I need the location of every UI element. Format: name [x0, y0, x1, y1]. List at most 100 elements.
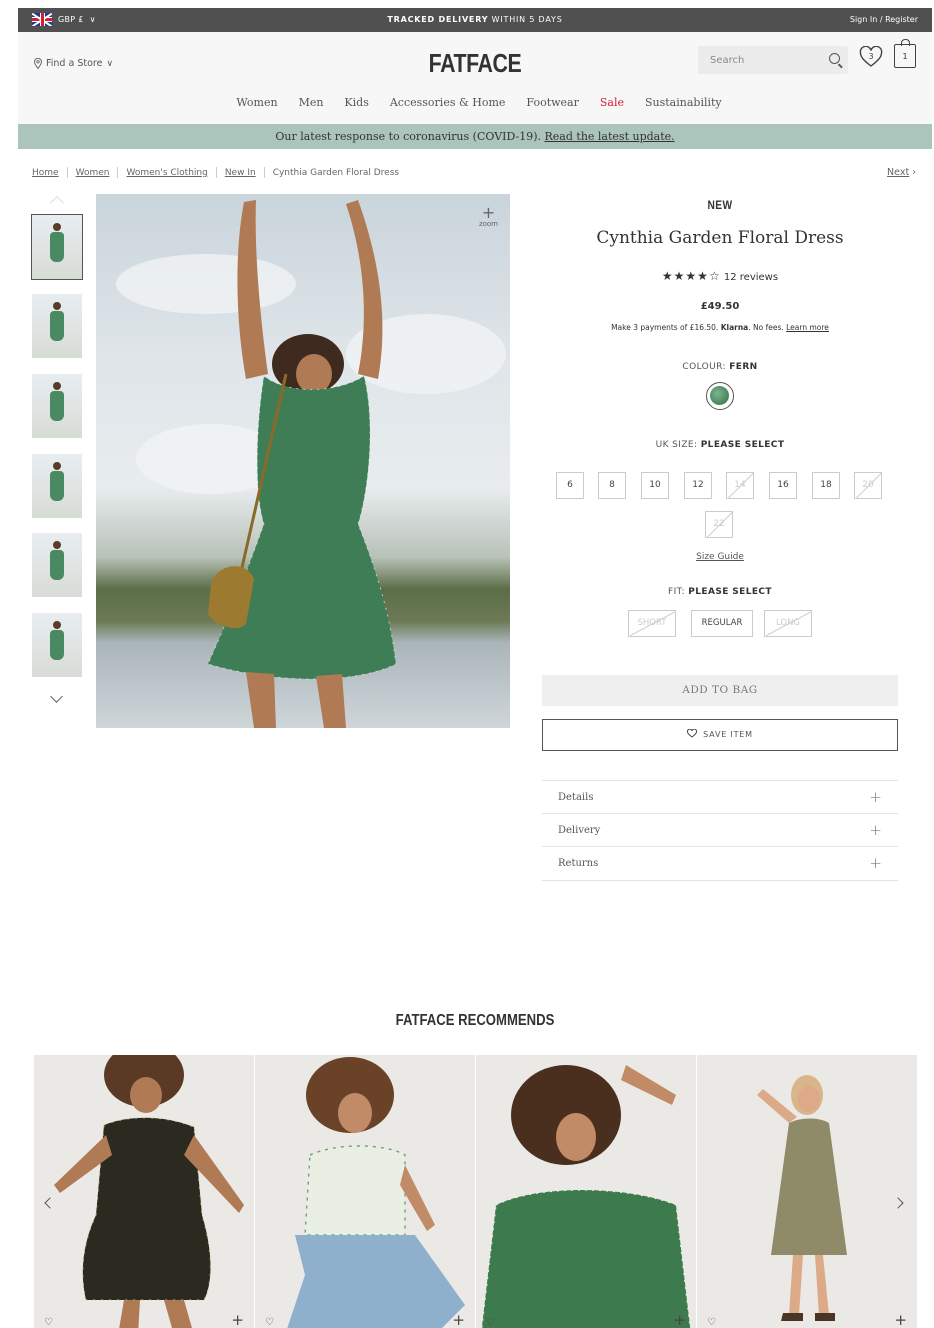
plus-icon[interactable]: + [673, 1311, 686, 1328]
search-icon[interactable] [829, 53, 840, 64]
fit-value: PLEASE SELECT [688, 587, 772, 597]
plus-icon[interactable]: + [452, 1311, 465, 1328]
size-option-12[interactable]: 12 [684, 472, 712, 499]
thumbnails-up-icon[interactable] [49, 195, 65, 211]
recommended-product-1[interactable]: ♡ + [34, 1055, 254, 1328]
colour-label-text: COLOUR: [682, 362, 730, 372]
thumbnail-4[interactable] [32, 454, 82, 518]
covid-banner-text: Our latest response to coronavirus (COVI… [275, 130, 545, 143]
sign-in-link[interactable]: Sign In / Register [850, 15, 918, 24]
add-to-bag-button[interactable]: ADD TO BAG [542, 675, 898, 706]
find-store-label: Find a Store [46, 58, 103, 69]
size-option-18[interactable]: 18 [812, 472, 840, 499]
model-figure [757, 1075, 847, 1321]
size-option-20-unavailable[interactable]: 20 [854, 472, 882, 499]
main-nav: Women Men Kids Accessories & Home Footwe… [18, 96, 932, 132]
thumbnail-figure [50, 382, 64, 432]
thumbnail-6[interactable] [32, 613, 82, 677]
nav-item-kids[interactable]: Kids [344, 96, 368, 124]
nav-item-women[interactable]: Women [236, 96, 277, 124]
colour-label: COLOUR: FERN [542, 362, 898, 372]
size-option-22-unavailable[interactable]: 22 [705, 511, 733, 538]
nav-item-sustainability[interactable]: Sustainability [645, 96, 722, 132]
nav-item-men[interactable]: Men [299, 96, 324, 124]
plus-icon: + [869, 821, 882, 839]
fit-option-short-unavailable[interactable]: SHORT [628, 610, 676, 637]
breadcrumb: Home Women Women's Clothing New In Cynth… [32, 167, 399, 178]
model-figure [207, 200, 397, 728]
product-rating[interactable]: ★★★★☆ 12 reviews [542, 269, 898, 283]
size-option-8[interactable]: 8 [598, 472, 626, 499]
breadcrumb-divider [263, 167, 265, 178]
heart-icon[interactable]: ♡ [486, 1317, 495, 1328]
recommended-product-4[interactable]: ♡ + [697, 1055, 917, 1328]
site-header: Find a Store ∨ FATFACE Search 3 1 Women … [18, 32, 932, 132]
review-count: 12 reviews [723, 272, 779, 283]
nav-item-footwear[interactable]: Footwear [526, 96, 578, 124]
save-item-button[interactable]: SAVE ITEM [542, 719, 898, 751]
colour-swatch-fern[interactable] [706, 382, 734, 410]
fit-option-regular[interactable]: REGULAR [691, 610, 753, 637]
search-input[interactable]: Search [698, 46, 848, 74]
size-option-10[interactable]: 10 [641, 472, 669, 499]
accordion-details[interactable]: Details + [542, 780, 898, 814]
breadcrumb-divider [66, 167, 68, 178]
accordion-returns[interactable]: Returns + [542, 846, 898, 880]
main-product-image[interactable]: + zoom [96, 194, 510, 728]
thumbnail-2[interactable] [32, 294, 82, 358]
recommended-product-2[interactable]: ♡ + [255, 1055, 475, 1328]
size-guide-link[interactable]: Size Guide [542, 552, 898, 562]
thumbnail-figure [50, 541, 64, 591]
location-pin-icon [34, 58, 42, 69]
klarna-suffix: . No fees. [748, 323, 787, 332]
breadcrumb-home[interactable]: Home [32, 168, 59, 178]
size-value: PLEASE SELECT [700, 440, 785, 450]
wishlist-button[interactable]: 3 [859, 45, 883, 68]
bag-count: 1 [902, 52, 908, 61]
heart-icon [687, 728, 698, 738]
covid-banner: Our latest response to coronavirus (COVI… [18, 124, 932, 149]
breadcrumb-divider [117, 167, 119, 178]
nav-item-sale[interactable]: Sale [600, 96, 624, 124]
klarna-prefix: Make 3 payments of £16.50. [611, 323, 721, 332]
covid-update-link[interactable]: Read the latest update. [545, 130, 675, 143]
heart-icon[interactable]: ♡ [707, 1317, 716, 1328]
heart-icon[interactable]: ♡ [44, 1317, 53, 1328]
model-figure [287, 1057, 465, 1328]
accordion-delivery[interactable]: Delivery + [542, 813, 898, 847]
search-placeholder: Search [710, 55, 745, 66]
delivery-message: TRACKED DELIVERY WITHIN 5 DAYS [18, 15, 932, 24]
accordion-divider [542, 880, 898, 881]
thumbnail-3[interactable] [32, 374, 82, 438]
size-option-6[interactable]: 6 [556, 472, 584, 499]
thumbnails-down-icon[interactable] [50, 690, 63, 703]
recommends-title: FATFACE RECOMMENDS [395, 1012, 555, 1029]
breadcrumb-new-in[interactable]: New In [225, 168, 256, 178]
size-option-16[interactable]: 16 [769, 472, 797, 499]
fit-option-long-unavailable[interactable]: LONG [764, 610, 812, 637]
klarna-learn-more-link[interactable]: Learn more [786, 323, 829, 332]
new-badge: NEW [707, 198, 733, 212]
next-label: Next [887, 167, 910, 178]
bag-button[interactable]: 1 [894, 39, 916, 68]
heart-icon: 3 [859, 45, 883, 67]
wishlist-count: 3 [868, 52, 873, 61]
product-price: £49.50 [700, 301, 740, 312]
rating-stars: ★★★★☆ [661, 269, 721, 283]
nav-item-accessories-home[interactable]: Accessories & Home [390, 96, 506, 124]
thumbnail-1[interactable] [31, 214, 83, 280]
zoom-button[interactable]: + zoom [479, 205, 498, 229]
plus-icon: + [869, 788, 882, 806]
size-option-14-unavailable[interactable]: 14 [726, 472, 754, 499]
heart-icon[interactable]: ♡ [265, 1317, 274, 1328]
plus-icon[interactable]: + [231, 1311, 244, 1328]
breadcrumb-womens-clothing[interactable]: Women's Clothing [126, 168, 207, 178]
delivery-message-rest: WITHIN 5 DAYS [488, 15, 563, 24]
next-product-link[interactable]: Next › [887, 167, 916, 178]
breadcrumb-women[interactable]: Women [76, 168, 110, 178]
recommended-product-3[interactable]: ♡ + [476, 1055, 696, 1328]
thumbnail-figure [50, 462, 64, 512]
thumbnail-5[interactable] [32, 533, 82, 597]
size-label-text: UK SIZE: [655, 440, 701, 450]
plus-icon[interactable]: + [894, 1311, 907, 1328]
